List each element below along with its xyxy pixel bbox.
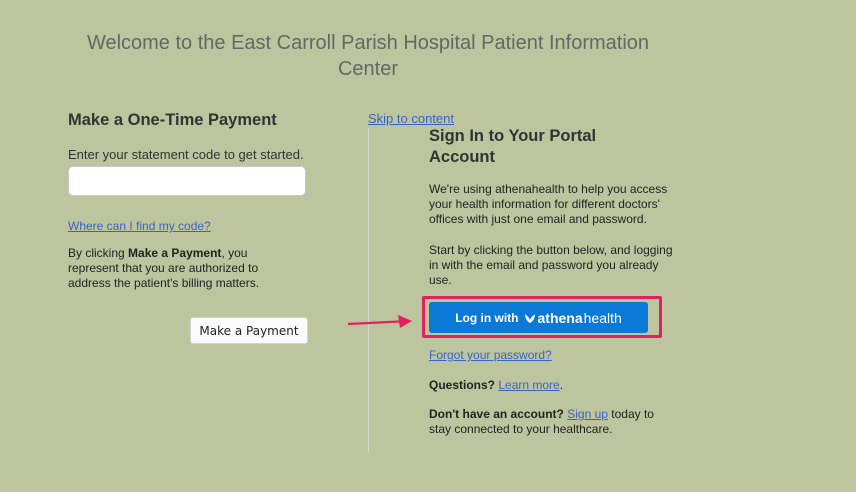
column-divider	[368, 128, 369, 452]
portal-description: We're using athenahealth to help you acc…	[429, 182, 668, 226]
signup-text: Don't have an account? Sign up today to …	[429, 407, 669, 437]
athena-logo-part2: health	[583, 309, 622, 326]
portal-instructions: Start by clicking the button below, and …	[429, 243, 673, 287]
pointer-arrow-icon	[348, 315, 412, 328]
athenahealth-logo: athena health	[523, 310, 622, 326]
make-payment-button[interactable]: Make a Payment	[190, 317, 308, 344]
find-code-link[interactable]: Where can I find my code?	[68, 219, 211, 233]
page-title: Welcome to the East Carroll Parish Hospi…	[86, 32, 650, 80]
athena-leaf-icon	[524, 313, 535, 323]
payment-consent-text: By clicking Make a Payment, you represen…	[68, 246, 288, 291]
athenahealth-login-button[interactable]: Log in with athena health	[429, 302, 648, 333]
no-account-label: Don't have an account?	[429, 407, 564, 421]
forgot-password-link[interactable]: Forgot your password?	[429, 348, 552, 362]
skip-to-content-link[interactable]: Skip to content	[368, 111, 454, 126]
learn-more-suffix: .	[559, 378, 564, 392]
login-button-label: Log in with	[455, 310, 519, 325]
consent-bold: Make a Payment	[128, 246, 222, 260]
questions-label: Questions?	[429, 378, 496, 392]
payment-heading: Make a One-Time Payment	[68, 111, 277, 129]
statement-code-prompt: Enter your statement code to get started…	[68, 147, 304, 162]
portal-signin-heading: Sign In to Your Portal Account	[429, 127, 597, 166]
questions-text: Questions? Learn more.	[429, 378, 563, 392]
consent-prefix: By clicking	[68, 246, 129, 260]
statement-code-input[interactable]	[68, 166, 306, 196]
athena-logo-part1: athena	[537, 309, 583, 326]
learn-more-link[interactable]: Learn more	[498, 378, 559, 392]
sign-up-link[interactable]: Sign up	[567, 407, 608, 421]
